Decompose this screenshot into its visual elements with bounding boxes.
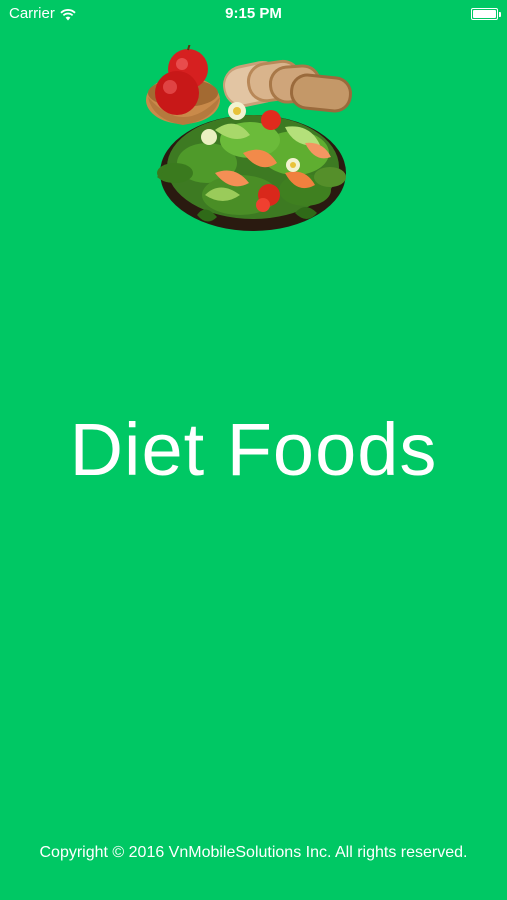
diet-food-image: [145, 42, 357, 240]
app-title: Diet Foods: [69, 408, 438, 491]
status-bar: Carrier 9:15 PM: [0, 0, 507, 28]
battery-icon: [471, 8, 501, 20]
status-time: 9:15 PM: [225, 5, 282, 22]
copyright-text: Copyright © 2016 VnMobileSolutions Inc. …: [39, 844, 468, 861]
battery-level: [473, 10, 496, 18]
